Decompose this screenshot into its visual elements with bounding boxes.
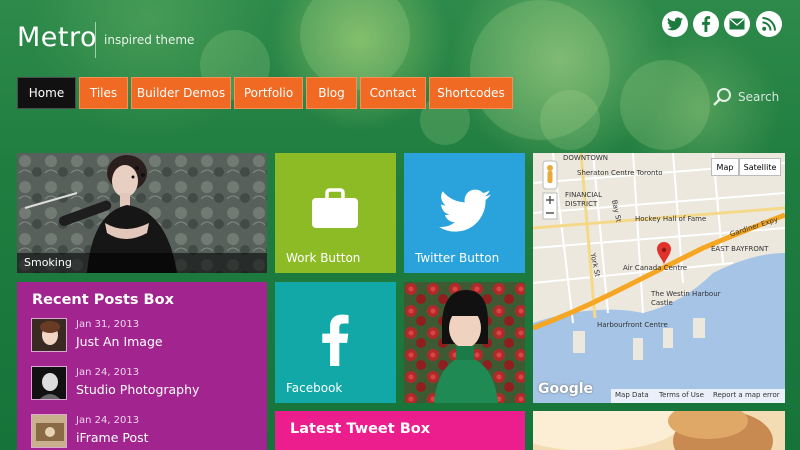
twitter-bird-icon	[439, 189, 491, 232]
map-data-link[interactable]: Map Data	[615, 391, 649, 399]
nav-tiles[interactable]: Tiles	[79, 77, 128, 109]
post-date: Jan 24, 2013	[76, 415, 140, 426]
map-label-financial: FINANCIAL DISTRICT	[565, 191, 602, 208]
map-label-sheraton: Sheraton Centre Toronto	[577, 169, 663, 177]
recent-post-item[interactable]: Jan 24, 2013 iFrame Post	[31, 414, 261, 450]
nav-shortcodes[interactable]: Shortcodes	[429, 77, 513, 109]
portrait-photo	[404, 282, 525, 403]
map-label-harbourfront: Harbourfront Centre	[597, 321, 668, 329]
facebook-social-button[interactable]	[693, 11, 719, 37]
rss-icon	[762, 17, 776, 31]
recent-posts-tile: Recent Posts Box Jan 31, 2013 Just An Im…	[17, 282, 267, 450]
facebook-icon	[702, 16, 711, 32]
map-label-hockey: Hockey Hall of Fame	[635, 215, 707, 223]
twitter-social-button[interactable]	[662, 11, 688, 37]
smoking-label: Smoking	[24, 256, 72, 269]
rss-social-button[interactable]	[756, 11, 782, 37]
facebook-tile[interactable]: Facebook	[275, 282, 396, 403]
facebook-label: Facebook	[286, 381, 343, 395]
post-date: Jan 31, 2013	[76, 319, 140, 330]
google-logo: Google	[538, 381, 594, 397]
search-box[interactable]: Search	[712, 87, 779, 107]
map-type-map-button[interactable]: Map	[711, 158, 739, 176]
post-title[interactable]: iFrame Post	[76, 430, 149, 445]
site-logo[interactable]: Metro	[17, 22, 97, 53]
latest-tweet-tile: Latest Tweet Box	[275, 411, 525, 450]
recent-post-item[interactable]: Jan 31, 2013 Just An Image	[31, 318, 261, 358]
smoking-tile[interactable]: Smoking	[17, 153, 267, 273]
facebook-f-icon	[322, 314, 349, 366]
logo-divider	[95, 22, 96, 58]
post-thumbnail	[31, 414, 67, 448]
post-thumbnail	[31, 366, 67, 400]
post-title[interactable]: Just An Image	[76, 334, 163, 349]
twitter-icon	[667, 17, 683, 31]
map-type-satellite-button[interactable]: Satellite	[739, 158, 781, 176]
map-label-downtown: DOWNTOWN	[563, 154, 609, 162]
recent-post-item[interactable]: Jan 24, 2013 Studio Photography	[31, 366, 261, 406]
post-title[interactable]: Studio Photography	[76, 382, 199, 397]
nav-home[interactable]: Home	[17, 77, 76, 109]
twitter-button-label: Twitter Button	[415, 251, 500, 265]
post-thumbnail	[31, 318, 67, 352]
search-icon	[713, 88, 731, 106]
twitter-button-tile[interactable]: Twitter Button	[404, 153, 525, 273]
recent-posts-title: Recent Posts Box	[32, 292, 174, 308]
latest-tweet-title: Latest Tweet Box	[290, 421, 431, 437]
work-button-label: Work Button	[286, 251, 361, 265]
nav-blog[interactable]: Blog	[306, 77, 357, 109]
sunlit-photo-tile[interactable]	[533, 411, 785, 450]
briefcase-icon	[312, 188, 358, 228]
map-report-link[interactable]: Report a map error	[713, 391, 780, 399]
map-label-air-canada: Air Canada Centre	[623, 264, 688, 272]
portrait-photo-tile[interactable]	[404, 282, 525, 403]
nav-portfolio[interactable]: Portfolio	[234, 77, 303, 109]
work-button-tile[interactable]: Work Button	[275, 153, 396, 273]
map-label-east-bayfront: EAST BAYFRONT	[711, 245, 769, 253]
map-tile[interactable]: Map Satellite DOWNTOWN Sheraton Centre T…	[533, 153, 785, 403]
nav-builder-demos[interactable]: Builder Demos	[131, 77, 231, 109]
search-placeholder: Search	[738, 90, 780, 104]
sunlit-photo	[533, 411, 785, 450]
site-tagline: inspired theme	[104, 33, 195, 47]
map-label-westin: The Westin Harbour Castle	[651, 290, 721, 307]
map-terms-link[interactable]: Terms of Use	[659, 391, 704, 399]
mail-icon	[729, 18, 745, 30]
mail-social-button[interactable]	[724, 11, 750, 37]
post-date: Jan 24, 2013	[76, 367, 140, 378]
nav-contact[interactable]: Contact	[360, 77, 426, 109]
